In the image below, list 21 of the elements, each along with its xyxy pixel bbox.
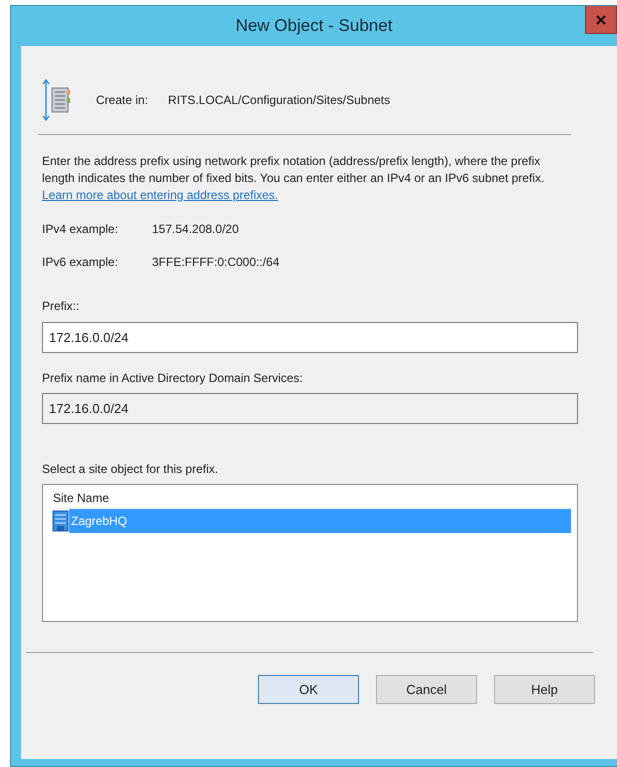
site-list[interactable]: Site Name ZagrebHQ [42,484,578,622]
prefix-label: Prefix:: [42,299,80,313]
prefix-name-label: Prefix name in Active Directory Domain Services: [42,371,304,385]
directory-book-icon [42,78,70,122]
example-value: 157.54.208.0/20 [152,222,239,236]
prefix-field[interactable]: 172.16.0.0/24 [42,322,578,353]
learn-more-link[interactable]: Learn more about entering address prefixes. [42,187,278,204]
dialog-button[interactable]: Help [494,675,595,704]
close-icon [596,14,606,24]
example-label: IPv4 example: [42,222,120,236]
create-in-label: Create in: [96,93,148,107]
dialog-button[interactable]: OK [258,675,359,704]
example-value: 3FFE:FFFF:0:C000::/64 [152,255,280,269]
description-text: Enter the address prefix using network prefix notation (address/prefix length), where the prefix length indicates the number of fixed bits. You can enter either an IPv4 or an IPv6 subnet prefix. [42,153,546,187]
window-title: New Object - Subnet [236,16,392,36]
example-label: IPv6 example: [42,255,120,269]
dialog-button[interactable]: Cancel [376,675,477,704]
site-icon [52,510,69,532]
site-list-label: Select a site object for this prefix. [42,462,220,476]
close-button[interactable] [585,6,617,34]
create-in-path: RITS.LOCAL/Configuration/Sites/Subnets [168,93,390,107]
